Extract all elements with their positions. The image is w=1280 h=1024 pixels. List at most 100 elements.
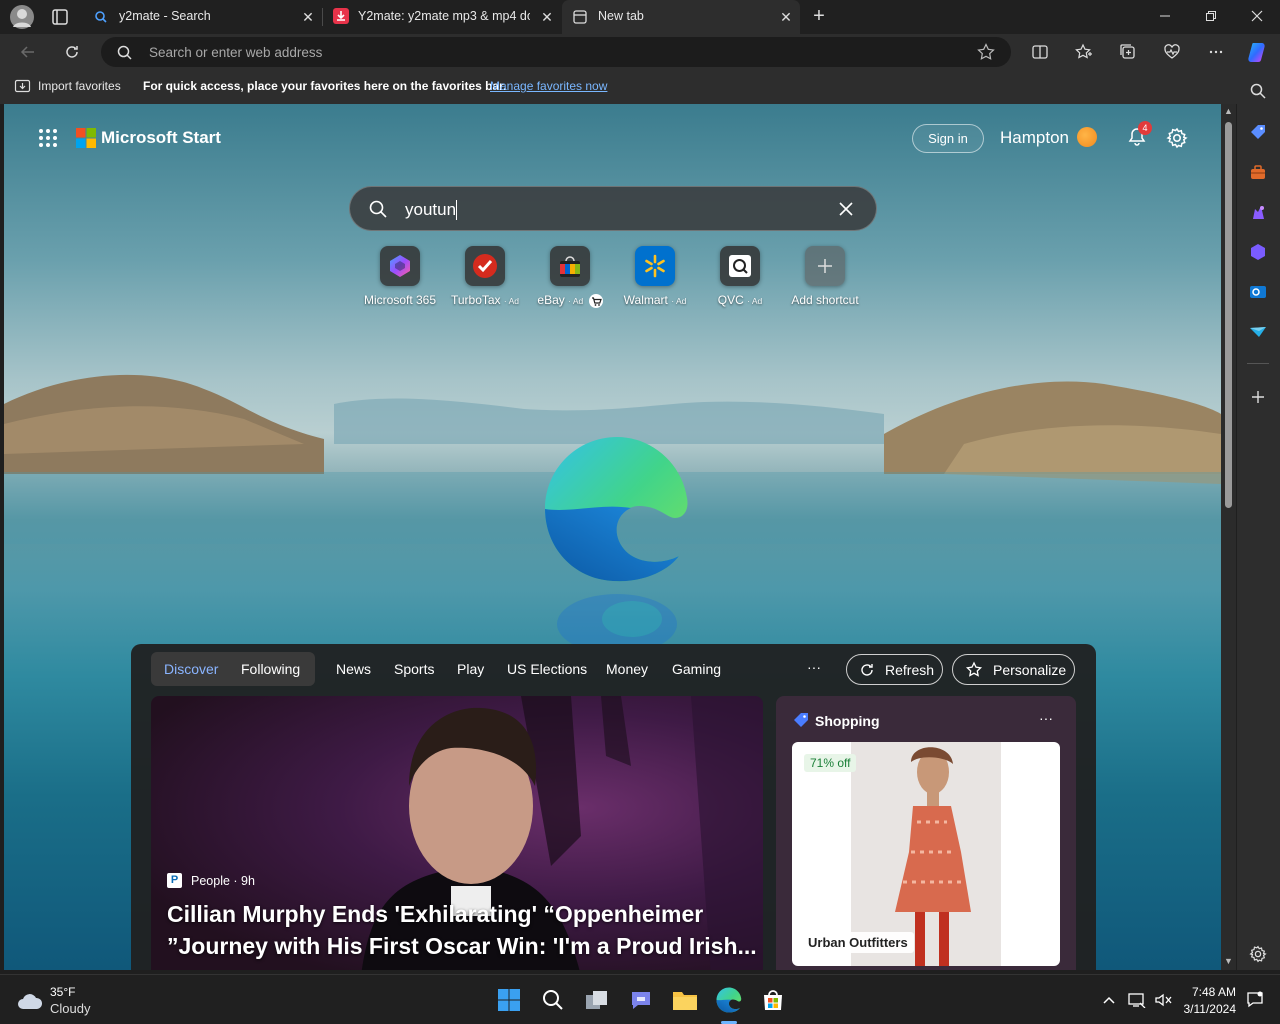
- add-favorite-star-icon[interactable]: [977, 43, 995, 61]
- shortcut-turbotax[interactable]: TurboTax · Ad: [445, 246, 525, 307]
- y2mate-favicon-icon: [333, 8, 349, 24]
- close-tab-icon[interactable]: ✕: [300, 9, 316, 25]
- split-screen-icon[interactable]: [1026, 38, 1054, 66]
- ad-label: · Ad: [747, 296, 763, 306]
- ebay-shopping-bag-icon: [550, 246, 590, 286]
- microsoft-store-icon[interactable]: [758, 985, 788, 1015]
- favorites-bar: Import favorites For quick access, place…: [0, 70, 1280, 104]
- clock-time[interactable]: 7:48 AM: [1186, 985, 1236, 999]
- weather-location[interactable]: Hampton: [1000, 128, 1069, 148]
- taskbar-search-icon[interactable]: [538, 985, 568, 1015]
- sign-in-button[interactable]: Sign in: [912, 124, 984, 153]
- scroll-up-arrow-icon[interactable]: ▲: [1224, 106, 1233, 116]
- sidebar-tools-icon[interactable]: [1247, 161, 1269, 183]
- favorites-bar-message: For quick access, place your favorites h…: [143, 79, 507, 93]
- manage-favorites-link[interactable]: Manage favorites now: [490, 79, 607, 93]
- sidebar-settings-gear-icon[interactable]: [1247, 943, 1269, 965]
- shortcut-walmart[interactable]: Walmart · Ad: [615, 246, 695, 307]
- refresh-feed-button[interactable]: Refresh: [846, 654, 943, 685]
- discount-badge: 71% off: [804, 754, 857, 772]
- ad-label: · Ad: [503, 296, 520, 306]
- weather-sun-icon[interactable]: [1077, 127, 1097, 147]
- close-window-button[interactable]: [1234, 0, 1280, 32]
- collections-icon[interactable]: [1114, 38, 1142, 66]
- tab-discover[interactable]: Discover: [164, 661, 218, 677]
- edge-logo-reflection: [557, 594, 677, 644]
- weather-cloud-icon[interactable]: [16, 989, 44, 1011]
- tab-news[interactable]: News: [336, 661, 371, 677]
- tab-actions-icon[interactable]: [50, 7, 70, 27]
- close-tab-icon[interactable]: ✕: [778, 9, 794, 25]
- tab-y2mate-search[interactable]: y2mate - Search ✕: [84, 0, 322, 34]
- restore-button[interactable]: [1188, 0, 1234, 32]
- add-shortcut-button[interactable]: Add shortcut: [785, 246, 865, 307]
- tab-us-elections[interactable]: US Elections: [507, 661, 587, 677]
- search-input[interactable]: youtun: [405, 200, 456, 220]
- address-bar[interactable]: Search or enter web address: [101, 37, 1011, 67]
- sidebar-search-icon[interactable]: [1247, 80, 1269, 102]
- tab-sports[interactable]: Sports: [394, 661, 434, 677]
- web-search-box[interactable]: youtun: [349, 186, 877, 231]
- brand-title[interactable]: Microsoft Start: [101, 128, 221, 148]
- settings-and-more-icon[interactable]: [1202, 38, 1230, 66]
- sidebar-microsoft-365-icon[interactable]: [1247, 241, 1269, 263]
- tab-y2mate-download[interactable]: Y2mate: y2mate mp3 & mp4 do ✕: [323, 0, 561, 34]
- close-tab-icon[interactable]: ✕: [539, 9, 555, 25]
- tab-new-tab[interactable]: New tab ✕: [562, 0, 800, 34]
- favorites-icon[interactable]: [1070, 38, 1098, 66]
- teams-chat-icon[interactable]: [626, 985, 656, 1015]
- search-icon: [94, 10, 108, 24]
- product-card[interactable]: 71% off Urban Outfitters: [792, 742, 1060, 966]
- personalize-button[interactable]: Personalize: [952, 654, 1075, 685]
- shopping-card: Shopping ··· 71% off Urban Outfitters: [776, 696, 1076, 970]
- volume-muted-icon[interactable]: [1148, 985, 1178, 1015]
- start-button-windows-icon[interactable]: [494, 985, 524, 1015]
- import-favorites-icon: [14, 78, 31, 94]
- back-button[interactable]: [14, 38, 42, 66]
- shortcut-ebay[interactable]: eBay · Ad: [530, 246, 610, 308]
- clear-search-icon[interactable]: [838, 201, 854, 217]
- shortcut-microsoft-365[interactable]: Microsoft 365: [360, 246, 440, 307]
- sidebar-divider: [1247, 363, 1269, 364]
- shortcut-label: Microsoft 365: [363, 293, 437, 307]
- minimize-button[interactable]: [1142, 0, 1188, 32]
- hero-news-card[interactable]: P People · 9h Cillian Murphy Ends 'Exhil…: [151, 696, 763, 970]
- tab-title: y2mate - Search: [119, 9, 211, 23]
- file-explorer-icon[interactable]: [670, 985, 700, 1015]
- shortcut-label: TurboTax: [450, 293, 501, 307]
- shortcut-qvc[interactable]: QVC · Ad: [700, 246, 780, 307]
- browser-essentials-icon[interactable]: [1158, 38, 1186, 66]
- sidebar-drop-icon[interactable]: [1247, 321, 1269, 343]
- more-tabs-button[interactable]: ···: [807, 659, 821, 675]
- new-tab-button[interactable]: +: [808, 5, 830, 27]
- tab-play[interactable]: Play: [457, 661, 484, 677]
- page-settings-gear-icon[interactable]: [1166, 127, 1188, 149]
- clock-date[interactable]: 3/11/2024: [1176, 1002, 1237, 1016]
- sidebar-shopping-icon[interactable]: [1247, 121, 1269, 143]
- hero-headline[interactable]: Cillian Murphy Ends 'Exhilarating' “Oppe…: [167, 898, 757, 962]
- hero-source: People · 9h: [191, 874, 255, 888]
- copilot-icon[interactable]: [1244, 38, 1272, 66]
- page-scrollbar[interactable]: ▲ ▼: [1221, 104, 1236, 970]
- refresh-button[interactable]: [58, 38, 86, 66]
- text-cursor: [456, 200, 457, 220]
- shortcut-label: Walmart: [623, 293, 668, 307]
- sidebar-games-icon[interactable]: [1247, 201, 1269, 223]
- task-view-icon[interactable]: [582, 985, 612, 1015]
- show-hidden-icons-chevron-icon[interactable]: [1094, 985, 1124, 1015]
- personalize-label: Personalize: [993, 661, 1067, 678]
- scrollbar-thumb[interactable]: [1225, 122, 1232, 508]
- sidebar-add-icon[interactable]: [1247, 386, 1269, 408]
- tab-money[interactable]: Money: [606, 661, 648, 677]
- tab-following[interactable]: Following: [241, 661, 300, 677]
- notification-center-icon[interactable]: [1240, 985, 1270, 1015]
- edge-taskbar-icon[interactable]: [714, 985, 744, 1015]
- sidebar-outlook-icon[interactable]: [1247, 281, 1269, 303]
- scroll-down-arrow-icon[interactable]: ▼: [1224, 956, 1233, 966]
- windows-taskbar: 35°F Cloudy 7:48 AM 3/11/2024: [0, 974, 1280, 1024]
- app-launcher-icon[interactable]: [38, 128, 58, 148]
- profile-avatar[interactable]: [10, 5, 34, 29]
- import-favorites-button[interactable]: Import favorites: [38, 79, 121, 93]
- tab-gaming[interactable]: Gaming: [672, 661, 721, 677]
- shopping-more-button[interactable]: ···: [1039, 710, 1053, 726]
